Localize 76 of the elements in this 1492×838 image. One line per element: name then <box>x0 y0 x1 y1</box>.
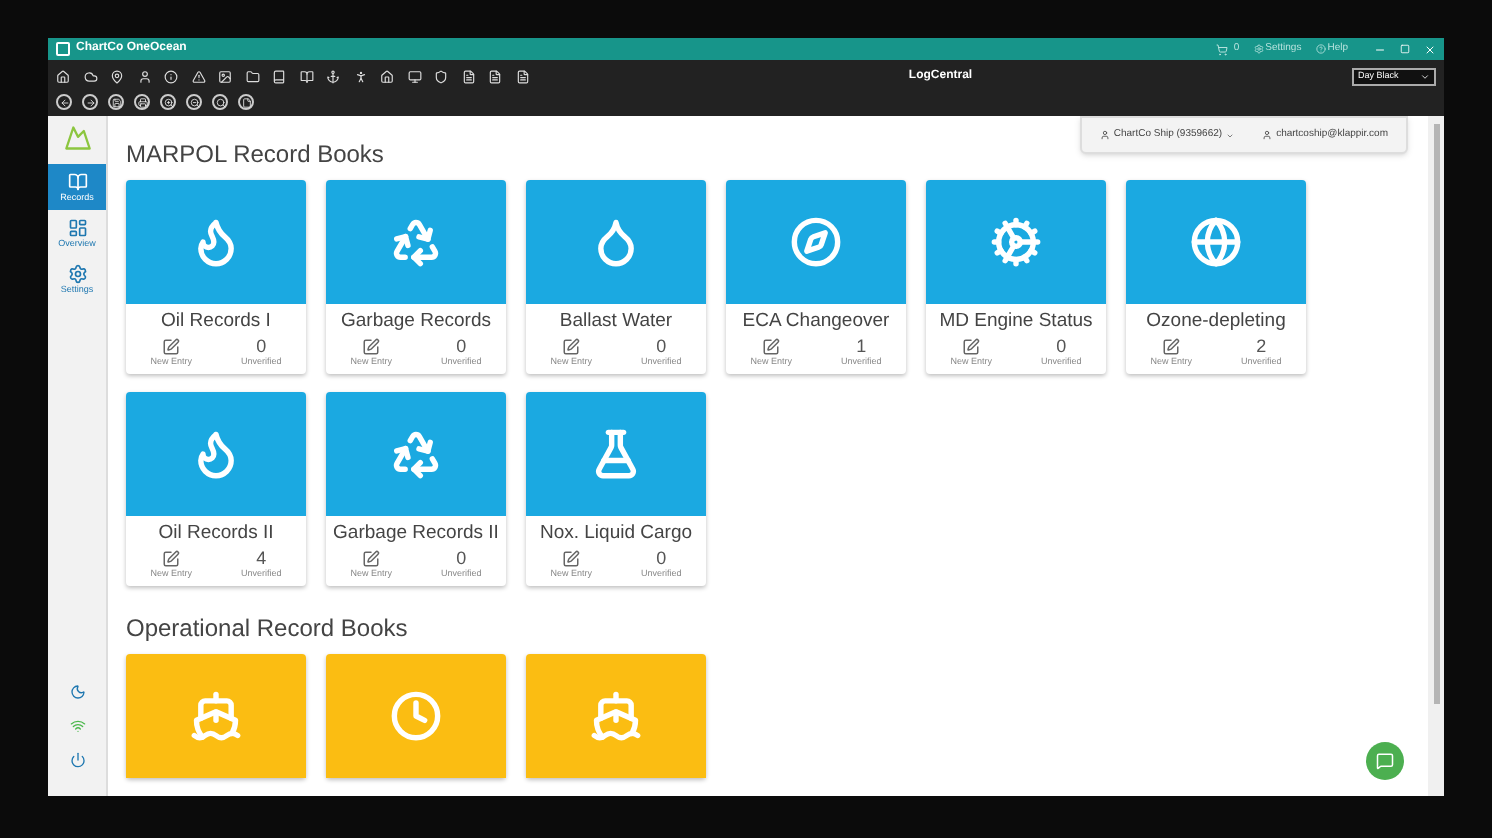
edit-icon <box>1162 338 1181 356</box>
dashboard-icon <box>67 217 87 237</box>
cart-icon[interactable] <box>1215 43 1228 55</box>
save-icon[interactable] <box>108 94 124 110</box>
shield-icon[interactable] <box>434 70 448 84</box>
zoom-out-icon[interactable] <box>186 94 202 110</box>
book-title: ECA Changeover <box>742 310 890 334</box>
close-icon[interactable] <box>1424 43 1436 55</box>
chat-button[interactable] <box>1366 742 1404 780</box>
monitor-icon[interactable] <box>407 70 421 84</box>
book-title: Oil Records I <box>161 310 271 334</box>
section-title: MARPOL Record Books <box>126 140 386 168</box>
unverified-count: 0 <box>456 548 467 568</box>
back-icon[interactable] <box>56 94 72 110</box>
globe-icon <box>1190 216 1242 268</box>
book-title: Ozone-depleting <box>1146 310 1286 334</box>
house-icon[interactable] <box>380 70 394 84</box>
home-icon[interactable] <box>56 70 70 84</box>
book-title: MD Engine Status <box>939 310 1093 334</box>
edit-icon <box>162 338 181 356</box>
anchor-icon[interactable] <box>326 70 340 84</box>
edit-icon <box>362 550 381 568</box>
edit-icon <box>362 338 381 356</box>
search-icon[interactable] <box>212 94 228 110</box>
figure-icon[interactable] <box>353 70 367 84</box>
book-icon <box>67 171 87 191</box>
unverified-count: 0 <box>656 548 667 568</box>
person-icon[interactable] <box>137 70 151 84</box>
document-icon[interactable] <box>461 70 475 84</box>
logo-icon <box>61 124 93 152</box>
page-icon[interactable] <box>238 94 254 110</box>
image-icon[interactable] <box>218 70 232 84</box>
unverified-count: 0 <box>256 336 267 356</box>
document-icon[interactable] <box>488 70 502 84</box>
edit-icon <box>762 338 781 356</box>
cloud-icon[interactable] <box>83 70 97 84</box>
open-book-icon[interactable] <box>299 70 313 84</box>
warning-icon[interactable] <box>191 70 205 84</box>
settings-icon <box>1253 44 1264 54</box>
flask-icon <box>590 428 642 480</box>
zoom-in-icon[interactable] <box>160 94 176 110</box>
edit-icon <box>162 550 181 568</box>
edit-icon <box>562 550 581 568</box>
info-icon[interactable] <box>164 70 178 84</box>
edit-icon <box>962 338 981 356</box>
help-icon <box>1315 44 1326 54</box>
user-icon <box>1262 130 1273 140</box>
print-icon[interactable] <box>134 94 150 110</box>
chat-icon <box>1376 752 1394 770</box>
forward-icon[interactable] <box>82 94 98 110</box>
unverified-count: 0 <box>456 336 467 356</box>
book-title: Oil Records II <box>158 522 274 546</box>
app-logo-icon <box>56 42 70 56</box>
book-title: Nox. Liquid Cargo <box>539 522 693 546</box>
edit-icon <box>562 338 581 356</box>
compass-icon <box>790 216 842 268</box>
book-title: Ballast Water <box>559 310 673 334</box>
moon-icon[interactable] <box>69 684 85 700</box>
settings-icon <box>67 263 87 283</box>
recycle-icon <box>390 428 442 480</box>
section-title: Operational Record Books <box>126 614 410 642</box>
unverified-count: 1 <box>856 336 867 356</box>
clock-icon <box>390 690 442 742</box>
recycle-icon <box>390 216 442 268</box>
unverified-count: 0 <box>656 336 667 356</box>
caret-icon <box>1420 72 1430 82</box>
book-title: Garbage Records <box>341 310 491 334</box>
book-title: Garbage Records II <box>333 522 499 546</box>
folder-icon[interactable] <box>245 70 259 84</box>
document-icon[interactable] <box>515 70 529 84</box>
unverified-count: 0 <box>1056 336 1067 356</box>
unverified-count: 2 <box>1256 336 1267 356</box>
power-icon[interactable] <box>69 752 85 768</box>
book-icon[interactable] <box>272 70 286 84</box>
unverified-count: 4 <box>256 548 267 568</box>
map-pin-icon[interactable] <box>110 70 124 84</box>
